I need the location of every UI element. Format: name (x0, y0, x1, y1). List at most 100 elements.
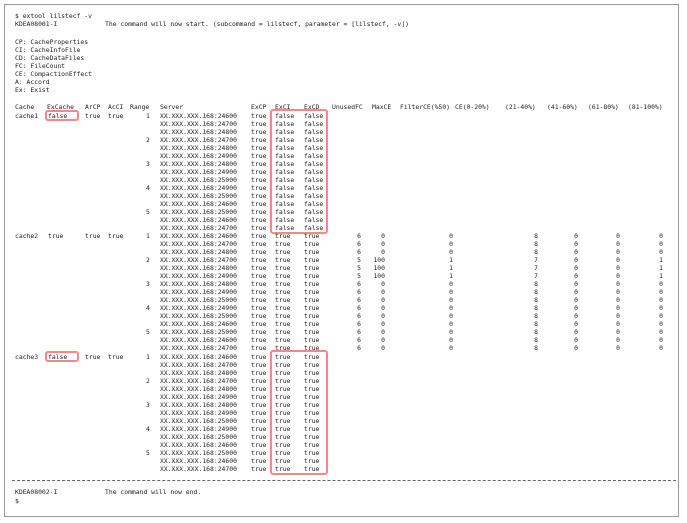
server-address: XX.XXX.XXX.168:24700 (160, 240, 237, 248)
stat-value: 0 (449, 328, 453, 336)
stat-value: 0 (381, 328, 385, 336)
command-line: $ extool lilstecf -v (15, 12, 92, 20)
stat-value: 0 (659, 296, 663, 304)
excp-value: true (251, 120, 267, 128)
stat-value: 0 (574, 272, 578, 280)
range-number: 4 (146, 304, 150, 312)
server-address: XX.XXX.XXX.168:24600 (160, 200, 237, 208)
excache-value: true (48, 232, 64, 240)
stat-value: 1 (659, 264, 663, 272)
stat-value: 7 (534, 256, 538, 264)
stat-value: 0 (574, 232, 578, 240)
range-number: 2 (146, 256, 150, 264)
range-number: 2 (146, 136, 150, 144)
server-address: XX.XXX.XXX.168:24900 (160, 425, 237, 433)
server-address: XX.XXX.XXX.168:25000 (160, 296, 237, 304)
column-header: CE(0-20%) (455, 103, 490, 111)
stat-value: 6 (357, 344, 361, 352)
stat-value: 0 (381, 336, 385, 344)
excp-value: true (251, 336, 267, 344)
excd-value: true (304, 288, 320, 296)
stat-value: 1 (449, 264, 453, 272)
excp-value: true (251, 280, 267, 288)
excp-value: true (251, 240, 267, 248)
excd-value: true (304, 312, 320, 320)
excp-value: true (251, 425, 267, 433)
stat-value: 0 (574, 296, 578, 304)
stat-value: 0 (449, 248, 453, 256)
legend-item: CI: CacheInfoFile (15, 46, 81, 54)
stat-value: 8 (534, 240, 538, 248)
column-header: ExCP (251, 103, 267, 111)
stat-value: 0 (574, 336, 578, 344)
excp-value: true (251, 457, 267, 465)
stat-value: 0 (574, 312, 578, 320)
stat-value: 8 (534, 312, 538, 320)
server-address: XX.XXX.XXX.168:24600 (160, 232, 237, 240)
server-address: XX.XXX.XXX.168:24600 (160, 353, 237, 361)
stat-value: 0 (574, 256, 578, 264)
stat-value: 6 (357, 248, 361, 256)
excp-value: true (251, 144, 267, 152)
server-address: XX.XXX.XXX.168:24600 (160, 320, 237, 328)
exci-value: true (275, 248, 291, 256)
column-header: Range (130, 103, 150, 111)
stat-value: 6 (357, 232, 361, 240)
stat-value: 0 (381, 248, 385, 256)
stat-value: 0 (574, 264, 578, 272)
excp-value: true (251, 433, 267, 441)
excp-value: true (251, 417, 267, 425)
stat-value: 0 (449, 312, 453, 320)
server-address: XX.XXX.XXX.168:25000 (160, 312, 237, 320)
server-address: XX.XXX.XXX.168:24800 (160, 248, 237, 256)
excp-value: true (251, 304, 267, 312)
stat-value: 6 (357, 296, 361, 304)
legend-item: FC: FileCount (15, 62, 66, 70)
stat-value: 6 (357, 336, 361, 344)
excp-value: true (251, 385, 267, 393)
exci-value: true (275, 304, 291, 312)
arcp-value: true (85, 353, 101, 361)
range-number: 1 (146, 112, 150, 120)
range-number: 3 (146, 401, 150, 409)
stat-value: 6 (357, 288, 361, 296)
separator-line (12, 480, 676, 481)
server-address: XX.XXX.XXX.168:24900 (160, 409, 237, 417)
server-address: XX.XXX.XXX.168:24900 (160, 272, 237, 280)
server-address: XX.XXX.XXX.168:24900 (160, 184, 237, 192)
shell-prompt: $ (15, 497, 19, 505)
excp-value: true (251, 224, 267, 232)
exci-value: true (275, 272, 291, 280)
excp-value: true (251, 168, 267, 176)
stat-value: 7 (534, 272, 538, 280)
stat-value: 8 (534, 336, 538, 344)
range-number: 1 (146, 232, 150, 240)
range-number: 4 (146, 184, 150, 192)
stat-value: 0 (449, 232, 453, 240)
excp-value: true (251, 176, 267, 184)
stat-value: 8 (534, 280, 538, 288)
stat-value: 6 (357, 240, 361, 248)
stat-value: 8 (534, 328, 538, 336)
excp-value: true (251, 465, 267, 473)
stat-value: 6 (357, 328, 361, 336)
stat-value: 1 (659, 272, 663, 280)
stat-value: 0 (449, 304, 453, 312)
column-header: AcCI (108, 103, 124, 111)
start-message-code: KDEA08001-I (15, 20, 58, 28)
stat-value: 0 (659, 312, 663, 320)
excd-value: true (304, 320, 320, 328)
excp-value: true (251, 353, 267, 361)
server-address: XX.XXX.XXX.168:24800 (160, 144, 237, 152)
stat-value: 6 (357, 280, 361, 288)
stat-value: 0 (449, 240, 453, 248)
stat-value: 0 (616, 280, 620, 288)
server-address: XX.XXX.XXX.168:24800 (160, 264, 237, 272)
exci-value: true (275, 312, 291, 320)
column-header: FilterCE(%50) (400, 103, 451, 111)
stat-value: 0 (574, 320, 578, 328)
column-header: Cache (15, 103, 35, 111)
excache-highlight (45, 351, 79, 362)
excp-value: true (251, 160, 267, 168)
server-address: XX.XXX.XXX.168:24900 (160, 393, 237, 401)
